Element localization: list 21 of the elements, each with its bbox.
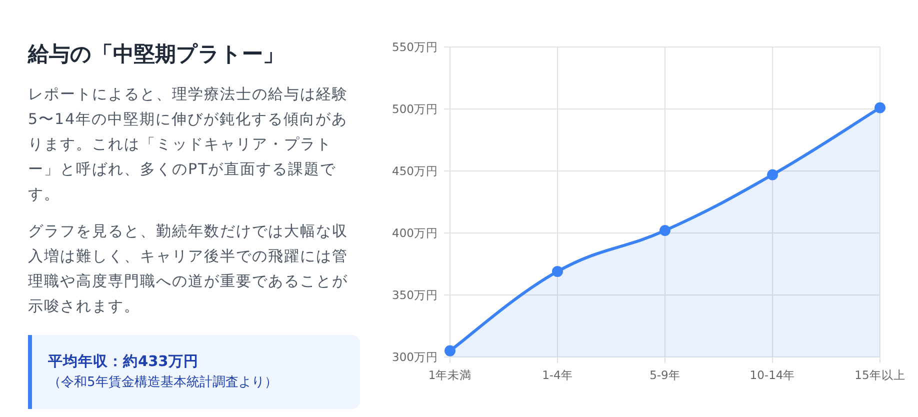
callout-title: 平均年収：約433万円 (48, 352, 200, 372)
axis-label: 400万円 (392, 226, 438, 240)
callout-note: （令和5年賃金構造基本統計調査より） (48, 374, 278, 392)
chart-point (444, 345, 456, 356)
axis-label: 1-4年 (542, 368, 573, 382)
axis-label: 500万円 (392, 102, 438, 116)
axis-label: 550万円 (392, 40, 438, 54)
axis-label: 1年未満 (428, 368, 472, 382)
axis-label: 15年以上 (854, 368, 906, 382)
section-heading: 給与の「中堅期プラトー」 (28, 41, 285, 68)
axis-label: 450万円 (392, 164, 438, 178)
body-paragraph: レポートによると、理学療法士の給与は経験5〜14年の中堅期に伸びが鈍化する傾向があります。これは「ミッドキャリア・プラトー」と呼ばれ、多くのPTが直面する課題です。 (28, 84, 349, 205)
axis-label: 350万円 (392, 288, 438, 302)
chart-point (552, 266, 563, 277)
axis-label: 5-9年 (650, 368, 680, 382)
chart-point (874, 102, 886, 114)
chart-point (660, 225, 670, 236)
chart-point (767, 169, 778, 180)
axis-label: 10-14年 (750, 368, 796, 382)
axis-label: 300万円 (392, 350, 438, 364)
body-paragraph: グラフを見ると、勤続年数だけでは大幅な収入増は難しく、キャリア後半での飛躍には管理職や高度専門職への道が重要であることが示唆されます。 (28, 221, 349, 317)
